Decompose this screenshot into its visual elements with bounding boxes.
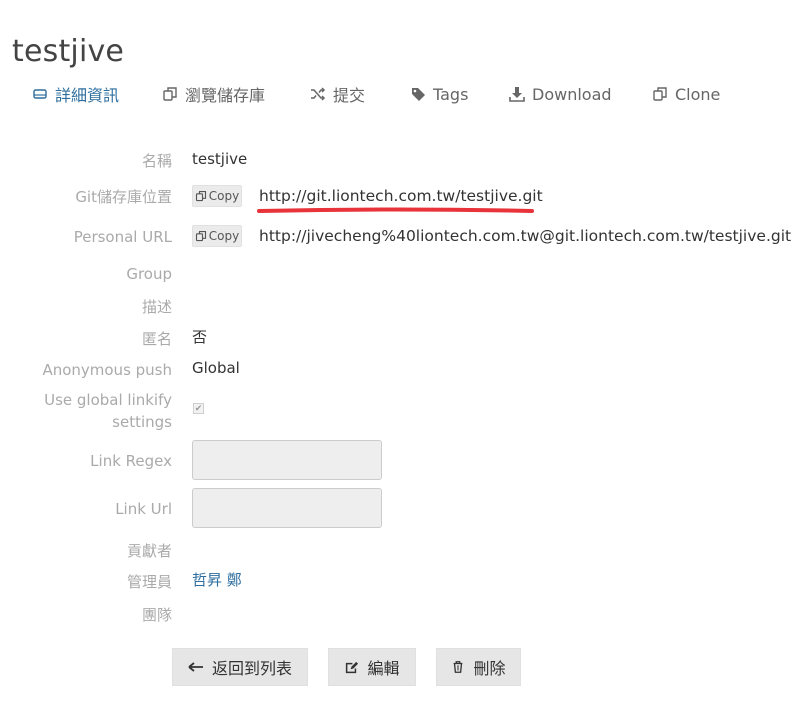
tab-commits[interactable]: 提交 [309,82,365,106]
linkify-label: Use global linkify [44,391,172,409]
red-underline-annotation [257,207,534,213]
trash-icon [451,660,465,674]
contributors-label: 貢獻者 [126,542,172,560]
edit-button[interactable]: 編輯 [328,648,416,686]
tab-label: Download [532,84,612,104]
hdd-icon [31,85,49,103]
tab-clone[interactable]: Clone [651,82,720,106]
arrow-left-icon [188,659,204,675]
link-regex-label: Link Regex [90,452,172,470]
tab-browse[interactable]: 瀏覽儲存庫 [161,82,265,106]
description-label: 描述 [141,298,172,316]
anonymous-label: 匿名 [141,330,172,348]
button-label: 返回到列表 [211,659,292,678]
download-icon [508,85,526,103]
personal-url-value: http://jivecheng%40liontech.com.tw@git.l… [259,227,792,245]
copy-icon [195,190,206,202]
admin-label: 管理員 [126,573,172,591]
personal-url-label: Personal URL [73,228,172,246]
button-label: 編輯 [367,659,400,678]
random-icon [309,85,327,103]
tab-label: Clone [675,84,721,104]
tab-label: 提交 [333,86,366,105]
copy-git-url-button[interactable]: Copy [192,185,242,207]
anonymous-push-label: Anonymous push [42,361,172,379]
admin-user-link[interactable]: 哲昇 鄭 [192,569,242,591]
link-url-field[interactable] [192,488,382,528]
linkify-label-line2: settings [112,413,172,431]
edit-icon [344,660,359,675]
copy-icon [161,85,179,103]
back-to-list-button[interactable]: 返回到列表 [172,648,308,686]
copy-icon [651,85,669,103]
name-label: 名稱 [141,152,172,170]
git-url-value: http://git.liontech.com.tw/testjive.git [259,187,543,205]
tab-label: 詳細資訊 [55,86,120,105]
tab-download[interactable]: Download [508,82,612,106]
copy-label: Copy [208,229,240,243]
anonymous-value: 否 [192,328,208,346]
tab-details[interactable]: 詳細資訊 [31,82,119,106]
copy-personal-url-button[interactable]: Copy [192,225,242,247]
page-title: testjive [12,34,125,70]
copy-icon [195,230,206,242]
check-icon: ✔ [194,403,203,414]
tab-tags[interactable]: Tags [409,82,468,106]
linkify-checkbox[interactable]: ✔ [193,403,204,414]
tag-icon [409,85,427,103]
team-label: 團隊 [141,606,172,624]
copy-label: Copy [208,189,240,203]
button-label: 刪除 [473,659,506,678]
link-regex-field[interactable] [192,440,382,480]
group-label: Group [126,265,172,283]
anonymous-push-value: Global [192,359,240,377]
link-url-label: Link Url [115,500,172,518]
tab-label: 瀏覽儲存庫 [185,86,266,105]
delete-button[interactable]: 刪除 [436,648,521,686]
name-value: testjive [192,150,248,168]
tab-label: Tags [433,84,469,104]
git-url-label: Git儲存庫位置 [75,188,172,206]
